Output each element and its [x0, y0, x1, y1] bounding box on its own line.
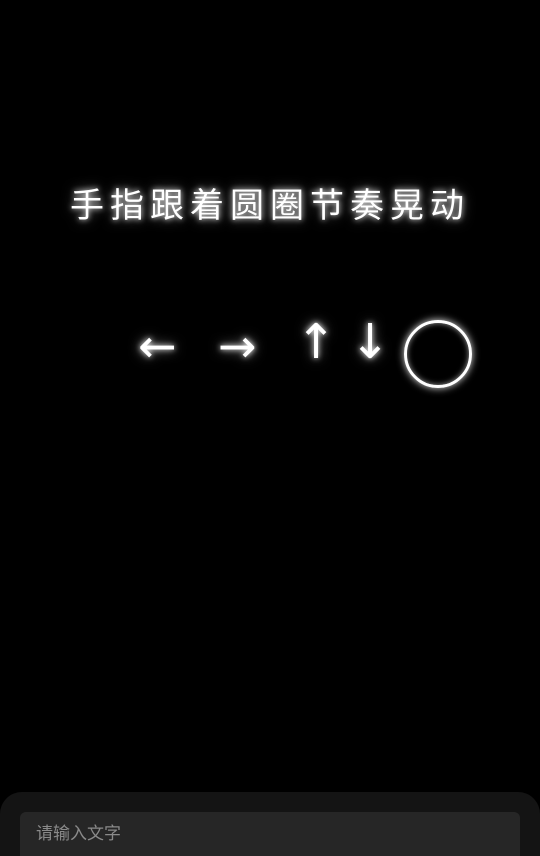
input-bar: [0, 792, 540, 856]
screen: 手指跟着圆圈节奏晃动 ← → ↑ ↓: [0, 0, 540, 856]
down-arrow-icon: ↓: [350, 314, 391, 370]
glowing-circle-icon: [404, 320, 472, 388]
left-arrow-icon: ←: [138, 319, 177, 373]
right-arrow-icon: →: [218, 319, 257, 373]
up-arrow-icon: ↑: [296, 314, 337, 370]
instruction-title: 手指跟着圆圈节奏晃动: [70, 186, 470, 226]
text-input[interactable]: [20, 812, 520, 856]
